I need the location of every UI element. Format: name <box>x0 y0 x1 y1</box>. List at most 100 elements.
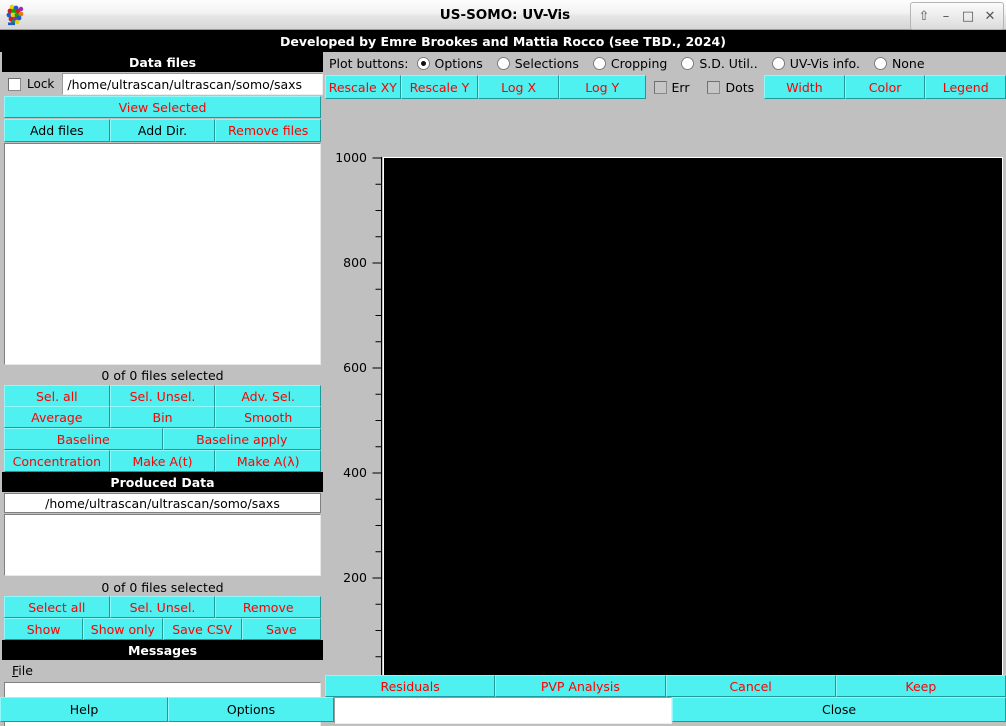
plot-mode-cropping[interactable]: Cropping <box>593 56 667 71</box>
remove-files-button[interactable]: Remove files <box>215 119 321 142</box>
produced-data-path: /home/ultrascan/ultrascan/somo/saxs <box>4 493 321 513</box>
options-button[interactable]: Options <box>168 697 334 722</box>
err-label: Err <box>672 80 690 95</box>
footer-bar: Help Options Close <box>0 697 1006 724</box>
radio-sd-util[interactable] <box>681 57 694 70</box>
plot-canvas-wrap: 02004006008001000 02004006008001000 <box>383 157 1003 684</box>
maximize-button[interactable]: □ <box>957 5 979 27</box>
save-csv-button[interactable]: Save CSV <box>163 618 242 640</box>
dots-checkbox[interactable] <box>707 81 720 94</box>
produced-remove-button[interactable]: Remove <box>215 596 321 618</box>
save-button[interactable]: Save <box>242 618 321 640</box>
width-button[interactable]: Width <box>764 75 845 99</box>
baseline-button[interactable]: Baseline <box>4 428 163 450</box>
plot-mode-options-label: Options <box>435 56 483 71</box>
y-tick-label: 400 <box>343 465 367 480</box>
left-panel: Data files Lock /home/ultrascan/ultrasca… <box>0 52 325 695</box>
lock-control[interactable]: Lock <box>2 73 62 95</box>
radio-cropping[interactable] <box>593 57 606 70</box>
view-selected-button[interactable]: View Selected <box>4 96 321 118</box>
plot-frame: 02004006008001000 02004006008001000 <box>325 101 1006 675</box>
messages-menubar: File <box>2 661 323 680</box>
data-files-selection-status: 0 of 0 files selected <box>2 366 323 384</box>
rescale-y-button[interactable]: Rescale Y <box>401 75 479 99</box>
data-files-action-row-4: Concentration Make A(t) Make A(λ) <box>4 450 321 472</box>
produced-data-selection-status: 0 of 0 files selected <box>2 578 323 596</box>
residuals-button[interactable]: Residuals <box>325 675 495 697</box>
plot-mode-sd-util-label: S.D. Util.. <box>699 56 757 71</box>
plot-buttons-label: Plot buttons: <box>325 56 417 71</box>
data-files-action-row-1: Sel. all Sel. Unsel. Adv. Sel. <box>4 385 321 407</box>
show-button[interactable]: Show <box>4 618 83 640</box>
plot-mode-sd-util[interactable]: S.D. Util.. <box>681 56 757 71</box>
sel-unsel-button[interactable]: Sel. Unsel. <box>110 385 216 407</box>
dots-label: Dots <box>725 80 754 95</box>
adv-sel-button[interactable]: Adv. Sel. <box>215 385 321 407</box>
data-files-action-row-2: Average Bin Smooth <box>4 406 321 428</box>
y-tick-label: 200 <box>343 570 367 585</box>
dots-checkbox-item[interactable]: Dots <box>699 75 764 99</box>
window-controls: ⇧ – □ ✕ <box>910 2 1004 30</box>
data-files-listbox[interactable] <box>4 143 321 365</box>
plot-mode-selections-label: Selections <box>515 56 579 71</box>
help-button[interactable]: Help <box>0 697 168 722</box>
plot-mode-uvvis-info[interactable]: UV-Vis info. <box>772 56 860 71</box>
plot-actions-row: Residuals PVP Analysis Cancel Keep <box>325 675 1006 697</box>
data-files-path-row: Lock /home/ultrascan/ultrascan/somo/saxs <box>2 73 323 95</box>
radio-none[interactable] <box>874 57 887 70</box>
bin-button[interactable]: Bin <box>110 406 216 428</box>
window-title: US-SOMO: UV-Vis <box>4 7 1006 23</box>
err-checkbox[interactable] <box>654 81 667 94</box>
us-somo-uvvis-window: US-SOMO: UV-Vis ⇧ – □ ✕ Developed by Emr… <box>0 0 1006 726</box>
make-a-t-button[interactable]: Make A(t) <box>110 450 216 472</box>
log-y-button[interactable]: Log Y <box>559 75 646 99</box>
minimize-button[interactable]: – <box>935 5 957 27</box>
data-files-add-row: Add files Add Dir. Remove files <box>4 119 321 142</box>
window-titlebar: US-SOMO: UV-Vis ⇧ – □ ✕ <box>0 0 1006 30</box>
radio-uvvis-info[interactable] <box>772 57 785 70</box>
smooth-button[interactable]: Smooth <box>215 406 321 428</box>
plot-mode-selections[interactable]: Selections <box>497 56 579 71</box>
close-button-footer[interactable]: Close <box>672 697 1006 722</box>
lock-checkbox[interactable] <box>8 78 21 91</box>
make-a-lambda-button[interactable]: Make A(λ) <box>215 450 321 472</box>
plot-mode-none[interactable]: None <box>874 56 925 71</box>
plot-panel: Plot buttons: Options Selections Croppin… <box>325 52 1006 695</box>
data-files-header: Data files <box>2 52 323 72</box>
data-files-action-row-3: Baseline Baseline apply <box>4 428 321 450</box>
messages-header: Messages <box>2 640 323 660</box>
log-x-button[interactable]: Log X <box>478 75 559 99</box>
concentration-button[interactable]: Concentration <box>4 450 110 472</box>
add-dir-button[interactable]: Add Dir. <box>110 119 216 142</box>
menu-item-file[interactable]: File <box>2 662 41 679</box>
plot-mode-options[interactable]: Options <box>417 56 483 71</box>
plot-canvas[interactable] <box>383 157 1003 684</box>
shade-button[interactable]: ⇧ <box>913 5 935 27</box>
show-only-button[interactable]: Show only <box>83 618 162 640</box>
data-files-path-field[interactable]: /home/ultrascan/ultrascan/somo/saxs <box>62 73 323 95</box>
keep-button[interactable]: Keep <box>836 675 1006 697</box>
plot-toolbar: Rescale XY Rescale Y Log X Log Y Err Dot… <box>325 75 1006 99</box>
sel-all-button[interactable]: Sel. all <box>4 385 110 407</box>
color-button[interactable]: Color <box>845 75 926 99</box>
plot-mode-none-label: None <box>892 56 925 71</box>
legend-button[interactable]: Legend <box>925 75 1006 99</box>
baseline-apply-button[interactable]: Baseline apply <box>163 428 322 450</box>
somo-cluster-icon <box>4 3 28 27</box>
plot-mode-cropping-label: Cropping <box>611 56 667 71</box>
radio-selections[interactable] <box>497 57 510 70</box>
pvp-analysis-button[interactable]: PVP Analysis <box>495 675 665 697</box>
err-checkbox-item[interactable]: Err <box>646 75 700 99</box>
produced-sel-unsel-button[interactable]: Sel. Unsel. <box>110 596 216 618</box>
plot-buttons-mode-row: Plot buttons: Options Selections Croppin… <box>325 52 1006 74</box>
close-button[interactable]: ✕ <box>979 5 1001 27</box>
rescale-xy-button[interactable]: Rescale XY <box>325 75 401 99</box>
add-files-button[interactable]: Add files <box>4 119 110 142</box>
select-all-button[interactable]: Select all <box>4 596 110 618</box>
y-tick-label: 1000 <box>335 150 367 165</box>
cancel-button[interactable]: Cancel <box>666 675 836 697</box>
produced-data-listbox[interactable] <box>4 514 321 576</box>
average-button[interactable]: Average <box>4 406 110 428</box>
radio-options[interactable] <box>417 57 430 70</box>
produced-data-row-2: Show Show only Save CSV Save <box>4 618 321 640</box>
